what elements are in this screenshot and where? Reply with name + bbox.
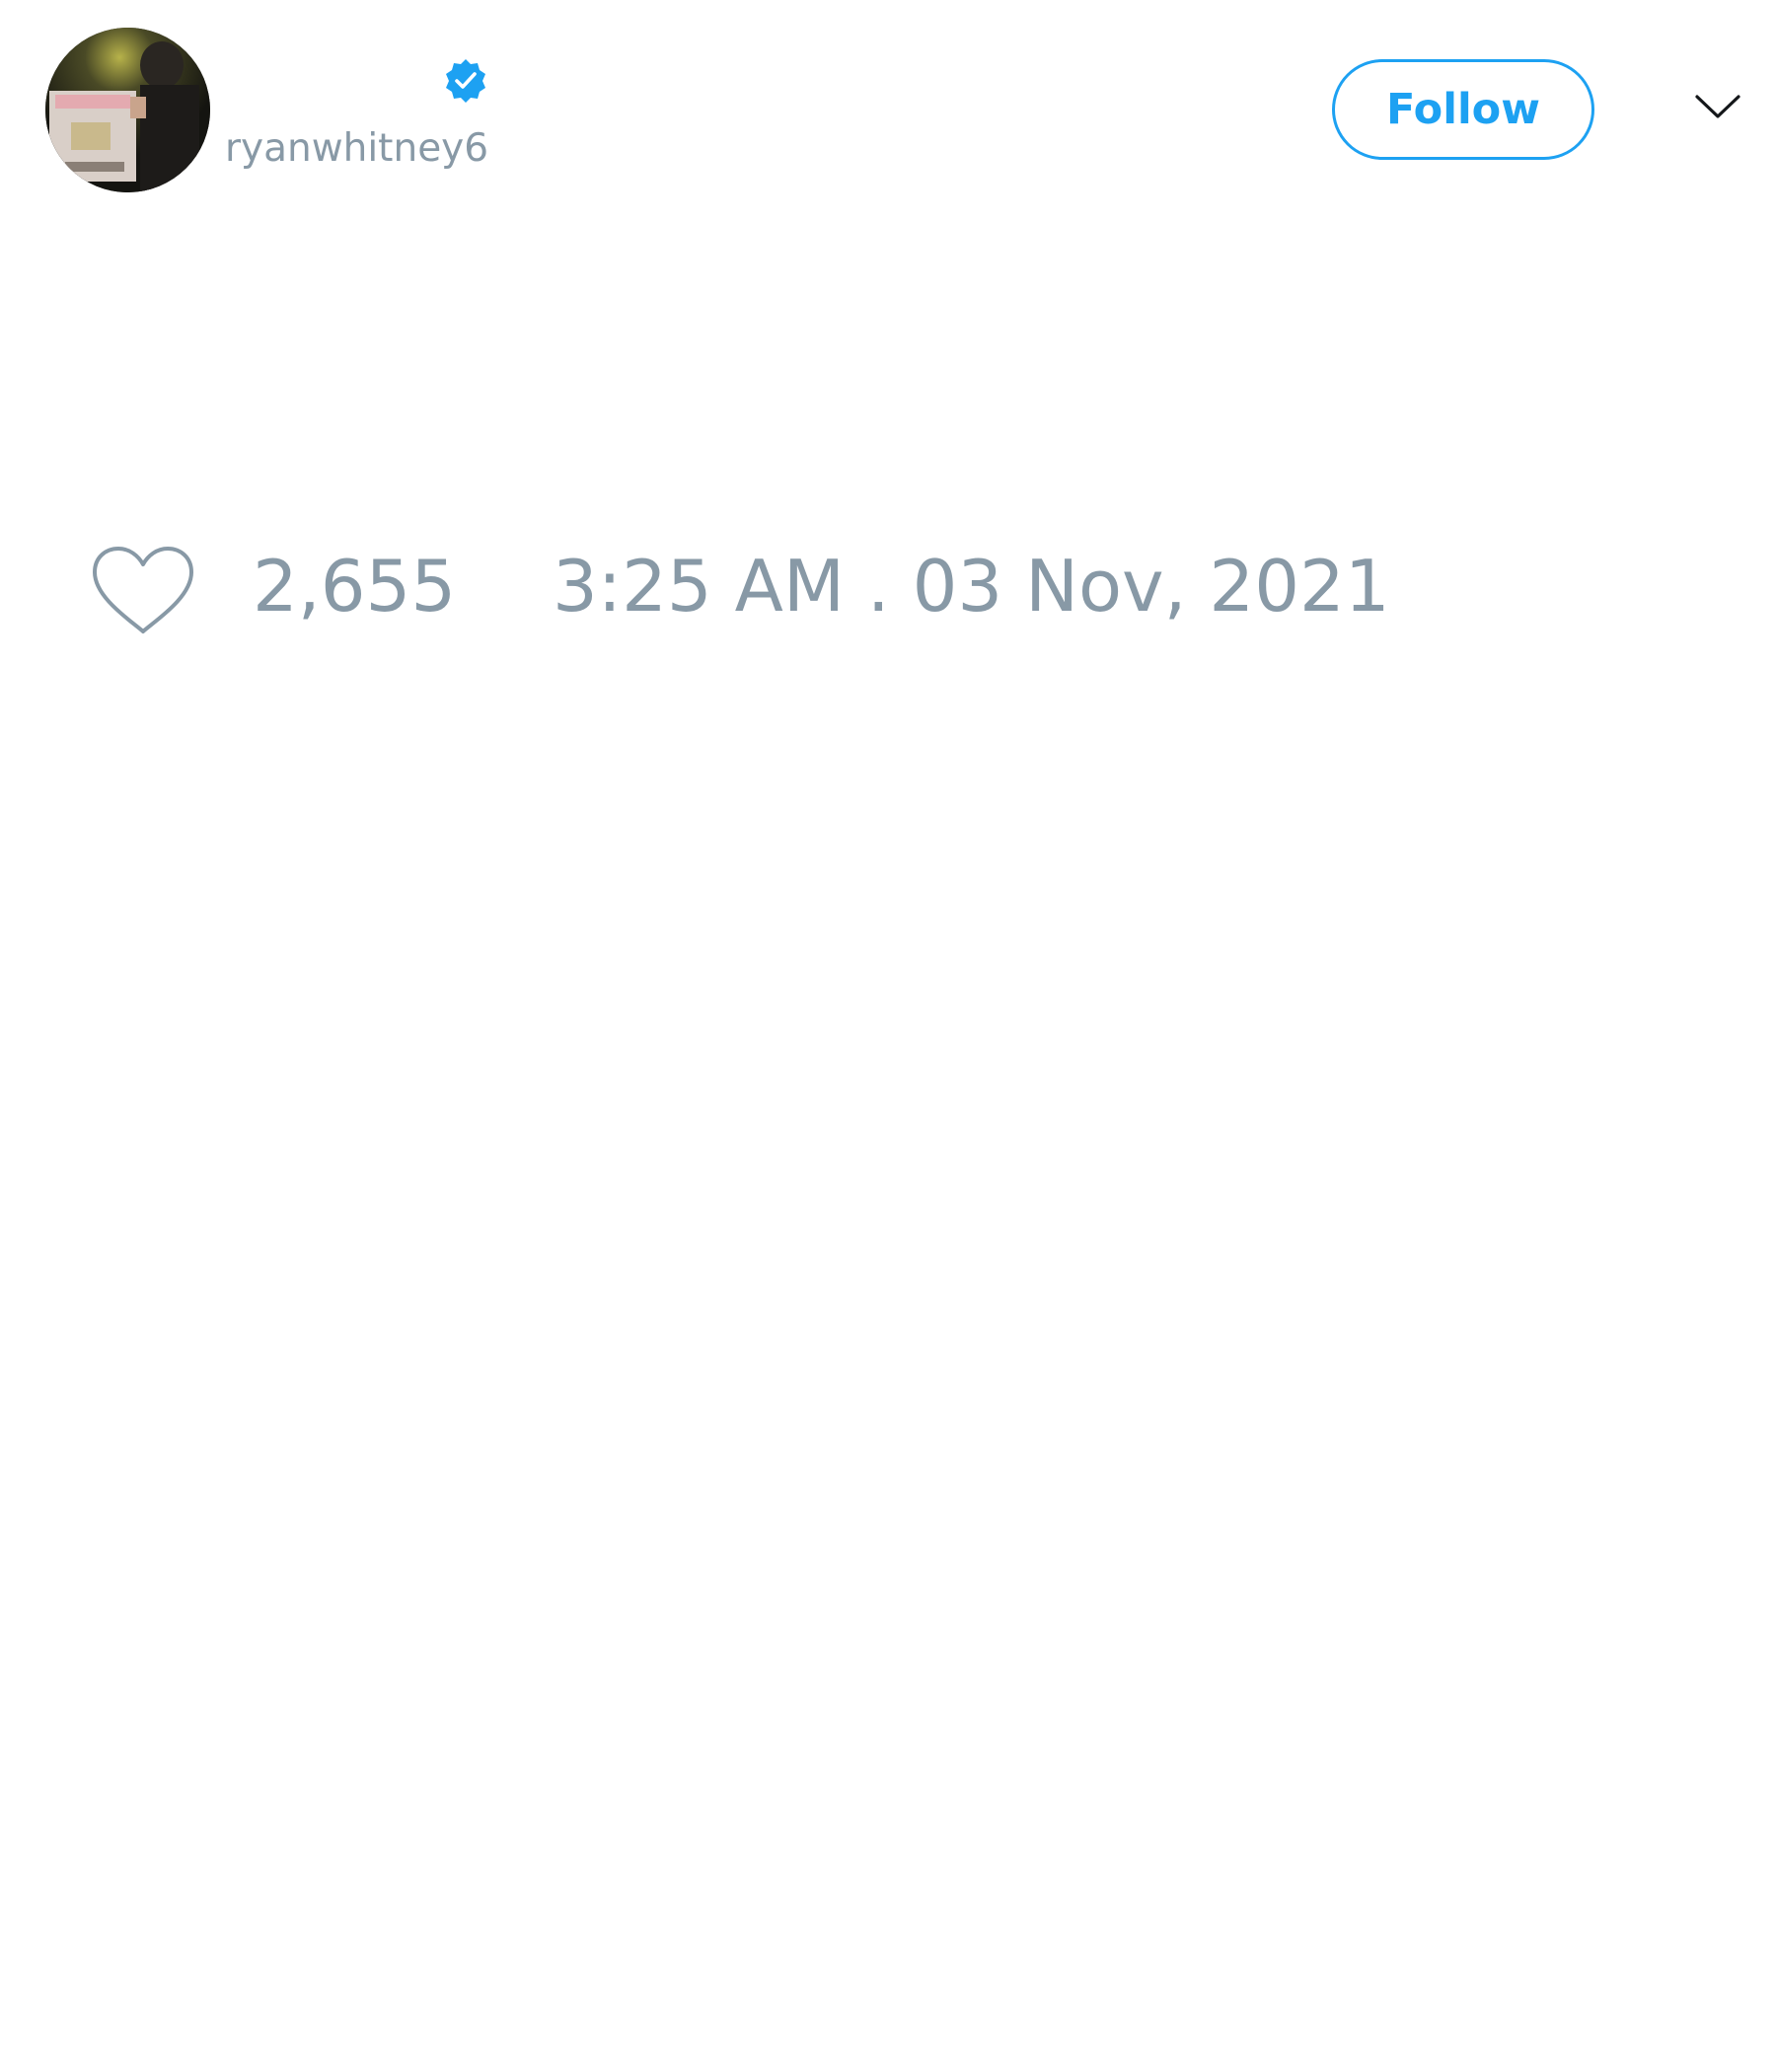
- heart-icon[interactable]: [89, 543, 197, 637]
- author-block: ryanwhitney6: [225, 51, 521, 180]
- avatar[interactable]: [45, 28, 210, 192]
- follow-button[interactable]: Follow: [1332, 59, 1594, 160]
- like-count: 2,655: [253, 545, 457, 628]
- verified-badge-icon: [442, 57, 489, 105]
- author-handle[interactable]: ryanwhitney6: [225, 126, 488, 171]
- chevron-down-icon[interactable]: [1693, 89, 1742, 124]
- tweet-header: ryanwhitney6 Follow: [0, 0, 1776, 227]
- avatar-image: [45, 28, 210, 192]
- tweet-embed: ryanwhitney6 Follow 2,655 3:25 AM . 03 N…: [0, 0, 1776, 2072]
- tweet-timestamp[interactable]: 3:25 AM . 03 Nov, 2021: [553, 551, 1390, 622]
- tweet-stats: 2,655 3:25 AM . 03 Nov, 2021: [0, 533, 1776, 651]
